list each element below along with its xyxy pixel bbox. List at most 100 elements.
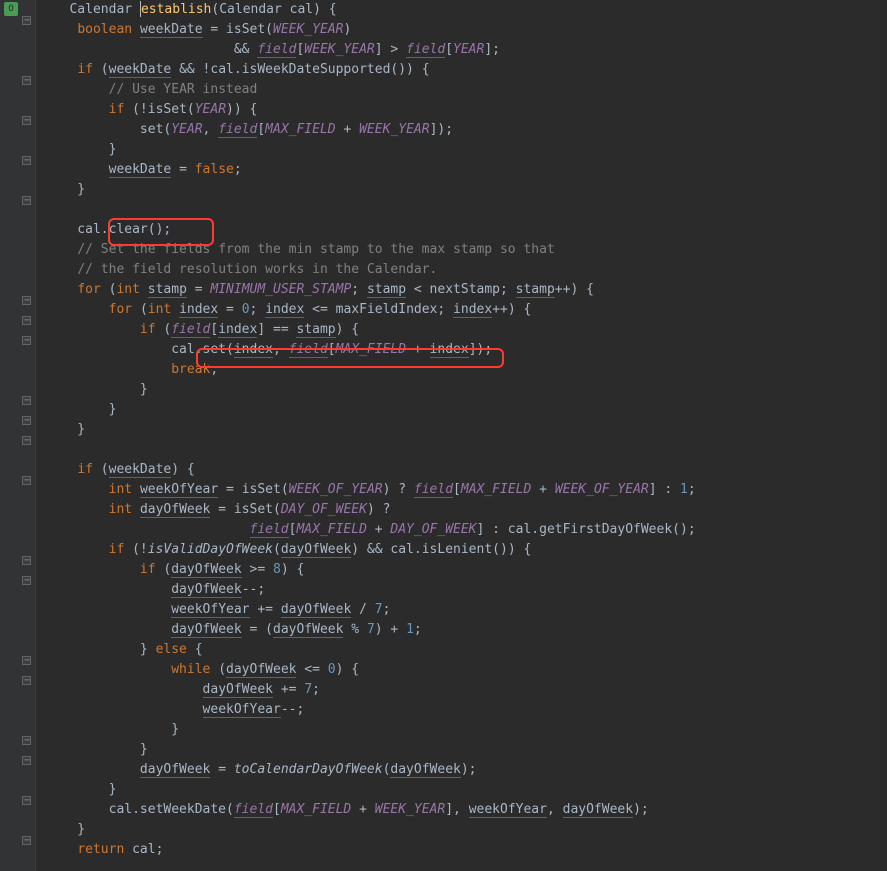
- fold-icon[interactable]: [22, 16, 31, 25]
- code-text: ] :: [649, 482, 680, 497]
- code-line[interactable]: if (dayOfWeek >= 8) {: [46, 560, 887, 580]
- constant: WEEK_YEAR: [359, 122, 429, 137]
- code-line[interactable]: [46, 440, 887, 460]
- fold-icon[interactable]: [22, 796, 31, 805]
- constant: MAX_FIELD: [281, 802, 351, 817]
- fold-icon[interactable]: [22, 556, 31, 565]
- fold-icon[interactable]: [22, 316, 31, 325]
- code-line[interactable]: }: [46, 400, 887, 420]
- code-text: >=: [242, 562, 273, 577]
- code-text: }: [46, 782, 116, 797]
- keyword: if: [77, 462, 100, 477]
- code-line[interactable]: } else {: [46, 640, 887, 660]
- constant: MAX_FIELD: [461, 482, 531, 497]
- fold-icon[interactable]: [22, 76, 31, 85]
- code-line[interactable]: int weekOfYear = isSet(WEEK_OF_YEAR) ? f…: [46, 480, 887, 500]
- variable: stamp: [296, 322, 335, 338]
- code-line[interactable]: field[MAX_FIELD + DAY_OF_WEEK] : cal.get…: [46, 520, 887, 540]
- code-line[interactable]: weekOfYear--;: [46, 700, 887, 720]
- fold-icon[interactable]: [22, 336, 31, 345]
- code-line[interactable]: // the field resolution works in the Cal…: [46, 260, 887, 280]
- code-line[interactable]: if (weekDate) {: [46, 460, 887, 480]
- code-line[interactable]: return cal;: [46, 840, 887, 860]
- indent: [46, 842, 77, 857]
- variable: weekDate: [109, 162, 172, 178]
- field: field: [414, 482, 453, 498]
- code-text: (Calendar cal) {: [211, 2, 336, 17]
- fold-icon[interactable]: [22, 756, 31, 765]
- fold-icon[interactable]: [22, 836, 31, 845]
- override-gutter-icon[interactable]: O: [4, 2, 18, 16]
- code-line[interactable]: while (dayOfWeek <= 0) {: [46, 660, 887, 680]
- code-line[interactable]: cal.set(index, field[MAX_FIELD + index])…: [46, 340, 887, 360]
- code-text: &&: [46, 42, 257, 57]
- indent: [46, 482, 109, 497]
- code-line[interactable]: }: [46, 380, 887, 400]
- code-line[interactable]: int dayOfWeek = isSet(DAY_OF_WEEK) ?: [46, 500, 887, 520]
- fold-icon[interactable]: [22, 656, 31, 665]
- code-line[interactable]: // Use YEAR instead: [46, 80, 887, 100]
- code-text: ,: [547, 802, 563, 817]
- field: field: [234, 802, 273, 818]
- keyword: if: [140, 562, 163, 577]
- fold-icon[interactable]: [22, 416, 31, 425]
- code-text: < nextStamp;: [406, 282, 516, 297]
- fold-icon[interactable]: [22, 436, 31, 445]
- gutter[interactable]: O: [0, 0, 36, 871]
- code-line[interactable]: weekDate = false;: [46, 160, 887, 180]
- code-line[interactable]: }: [46, 740, 887, 760]
- code-line[interactable]: if (!isValidDayOfWeek(dayOfWeek) && cal.…: [46, 540, 887, 560]
- code-line[interactable]: break;: [46, 360, 887, 380]
- code-line[interactable]: }: [46, 140, 887, 160]
- fold-icon[interactable]: [22, 156, 31, 165]
- constant: WEEK_YEAR: [375, 802, 445, 817]
- code-text: ) ?: [383, 482, 414, 497]
- code-line[interactable]: if (!isSet(YEAR)) {: [46, 100, 887, 120]
- indent: [46, 82, 109, 97]
- variable: dayOfWeek: [390, 762, 460, 778]
- code-line[interactable]: }: [46, 180, 887, 200]
- code-line[interactable]: }: [46, 720, 887, 740]
- code-text: = isSet(: [218, 482, 288, 497]
- fold-icon[interactable]: [22, 196, 31, 205]
- fold-icon[interactable]: [22, 116, 31, 125]
- code-text: cal.set(: [46, 342, 234, 357]
- code-line[interactable]: dayOfWeek = (dayOfWeek % 7) + 1;: [46, 620, 887, 640]
- fold-icon[interactable]: [22, 396, 31, 405]
- code-line[interactable]: [46, 200, 887, 220]
- code-line[interactable]: cal.setWeekDate(field[MAX_FIELD + WEEK_Y…: [46, 800, 887, 820]
- fold-icon[interactable]: [22, 476, 31, 485]
- code-line[interactable]: dayOfWeek--;: [46, 580, 887, 600]
- code-line[interactable]: dayOfWeek = toCalendarDayOfWeek(dayOfWee…: [46, 760, 887, 780]
- code-line[interactable]: if (field[index] == stamp) {: [46, 320, 887, 340]
- code-line[interactable]: }: [46, 420, 887, 440]
- fold-icon[interactable]: [22, 676, 31, 685]
- code-area[interactable]: Calendar establish(Calendar cal) { boole…: [36, 0, 887, 871]
- code-line[interactable]: // Set the fields from the min stamp to …: [46, 240, 887, 260]
- indent: [46, 242, 77, 257]
- fold-icon[interactable]: [22, 576, 31, 585]
- code-line[interactable]: cal.clear();: [46, 220, 887, 240]
- code-line[interactable]: if (weekDate && !cal.isWeekDateSupported…: [46, 60, 887, 80]
- code-line[interactable]: set(YEAR, field[MAX_FIELD + WEEK_YEAR]);: [46, 120, 887, 140]
- keyword: while: [171, 662, 218, 677]
- code-line[interactable]: boolean weekDate = isSet(WEEK_YEAR): [46, 20, 887, 40]
- code-line[interactable]: dayOfWeek += 7;: [46, 680, 887, 700]
- keyword: if: [109, 102, 132, 117]
- code-editor[interactable]: O Calendar establish(Calendar cal) { boo…: [0, 0, 887, 871]
- code-line[interactable]: Calendar establish(Calendar cal) {: [46, 0, 887, 20]
- code-line[interactable]: for (int index = 0; index <= maxFieldInd…: [46, 300, 887, 320]
- code-line[interactable]: && field[WEEK_YEAR] > field[YEAR];: [46, 40, 887, 60]
- fold-icon[interactable]: [22, 296, 31, 305]
- indent: [46, 582, 171, 597]
- code-line[interactable]: }: [46, 780, 887, 800]
- code-text: --;: [281, 702, 304, 717]
- fold-icon[interactable]: [22, 736, 31, 745]
- comment: // Set the fields from the min stamp to …: [77, 242, 554, 257]
- code-line[interactable]: weekOfYear += dayOfWeek / 7;: [46, 600, 887, 620]
- code-line[interactable]: }: [46, 820, 887, 840]
- code-text: set(: [46, 122, 171, 137]
- keyword: if: [77, 62, 100, 77]
- code-text: ;: [414, 622, 422, 637]
- code-line[interactable]: for (int stamp = MINIMUM_USER_STAMP; sta…: [46, 280, 887, 300]
